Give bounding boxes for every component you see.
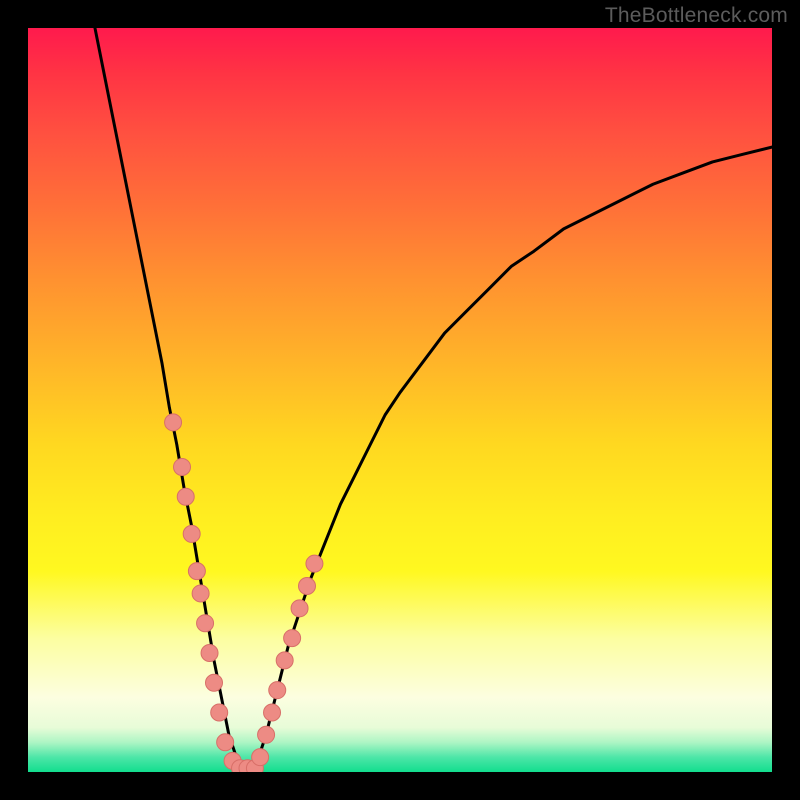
data-point bbox=[284, 630, 301, 647]
data-point bbox=[211, 704, 228, 721]
data-point bbox=[174, 458, 191, 475]
bottleneck-curve bbox=[95, 28, 772, 768]
watermark-text: TheBottleneck.com bbox=[605, 4, 788, 28]
data-point bbox=[299, 578, 316, 595]
data-point bbox=[183, 525, 200, 542]
data-point bbox=[217, 734, 234, 751]
chart-frame: TheBottleneck.com bbox=[0, 0, 800, 800]
data-point bbox=[269, 682, 286, 699]
data-point bbox=[306, 555, 323, 572]
data-point bbox=[192, 585, 209, 602]
data-point bbox=[201, 644, 218, 661]
chart-svg bbox=[28, 28, 772, 772]
data-point bbox=[276, 652, 293, 669]
data-point bbox=[264, 704, 281, 721]
data-point bbox=[258, 726, 275, 743]
data-point bbox=[165, 414, 182, 431]
data-point bbox=[197, 615, 214, 632]
data-point bbox=[177, 488, 194, 505]
data-point bbox=[291, 600, 308, 617]
data-point bbox=[252, 749, 269, 766]
data-point bbox=[206, 674, 223, 691]
data-point bbox=[188, 563, 205, 580]
bottleneck-chart bbox=[28, 28, 772, 772]
